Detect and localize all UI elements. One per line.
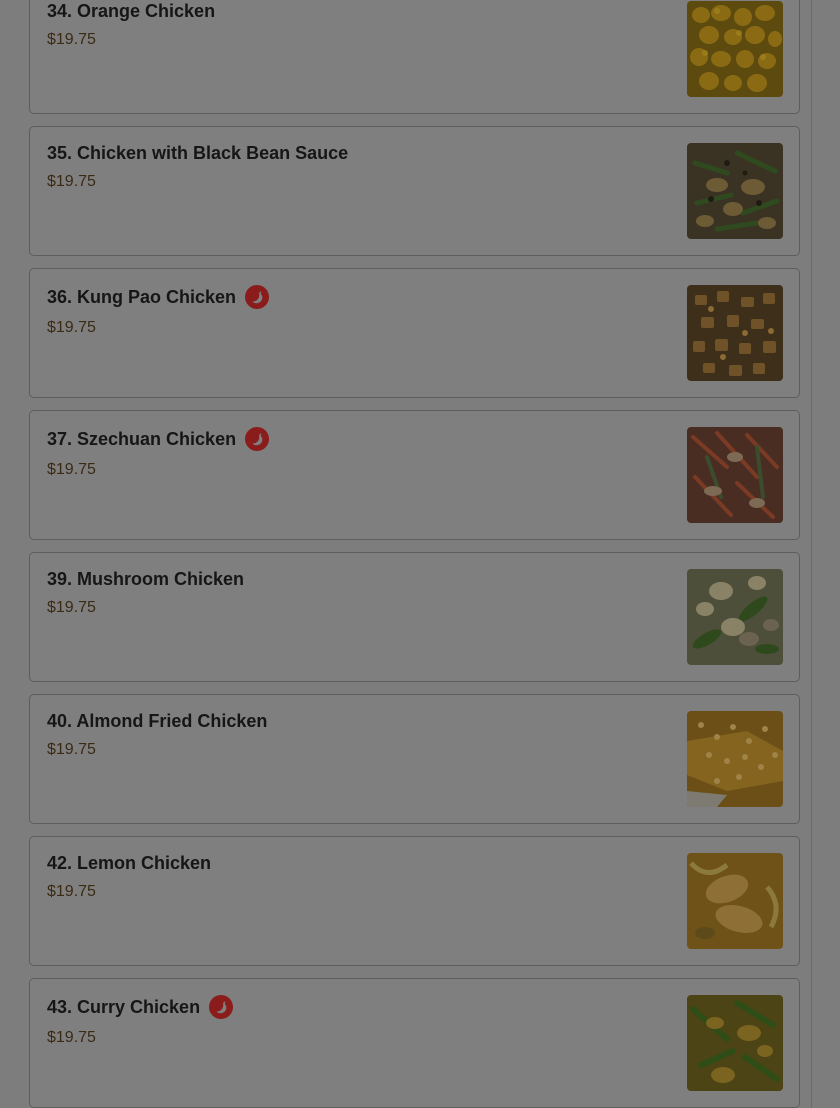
menu-item-name-text: 43. Curry Chicken [47, 996, 201, 1017]
menu-item-name: 34. Orange Chicken [47, 1, 215, 22]
menu-item-name-text: 34. Orange Chicken [47, 1, 216, 21]
menu-item-name-text: 36. Kung Pao Chicken [47, 286, 237, 307]
menu-item-list: 34. Orange Chicken $19.75 35. Chicken wi… [29, 0, 800, 1108]
menu-item-card-kung-pao-chicken[interactable]: 36. Kung Pao Chicken $19.75 [29, 268, 800, 398]
menu-item-price: $19.75 [47, 741, 96, 758]
menu-item-price: $19.75 [47, 883, 96, 900]
menu-item-name: 37. Szechuan Chicken [47, 427, 270, 451]
page-edge-divider [811, 0, 812, 1108]
menu-item-price: $19.75 [47, 31, 96, 48]
menu-item-name-text: 37. Szechuan Chicken [47, 428, 237, 449]
menu-item-name-text: 35. Chicken with Black Bean Sauce [47, 143, 349, 163]
menu-item-card-black-bean-chicken[interactable]: 35. Chicken with Black Bean Sauce $19.75 [29, 126, 800, 256]
menu-item-card-szechuan-chicken[interactable]: 37. Szechuan Chicken $19.75 [29, 410, 800, 540]
menu-item-price: $19.75 [47, 461, 96, 478]
menu-page: 34. Orange Chicken $19.75 35. Chicken wi… [0, 0, 840, 1108]
kung-pao-chicken-photo [687, 285, 783, 381]
menu-item-card-mushroom-chicken[interactable]: 39. Mushroom Chicken $19.75 [29, 552, 800, 682]
menu-item-price: $19.75 [47, 1029, 96, 1046]
curry-chicken-photo [687, 995, 783, 1091]
chili-pepper-icon [209, 995, 234, 1019]
mushroom-chicken-photo [687, 569, 783, 665]
menu-item-price: $19.75 [47, 319, 96, 336]
menu-item-card-lemon-chicken[interactable]: 42. Lemon Chicken $19.75 [29, 836, 800, 966]
menu-item-card-curry-chicken[interactable]: 43. Curry Chicken $19.75 [29, 978, 800, 1108]
szechuan-chicken-photo [687, 427, 783, 523]
black-bean-chicken-photo [687, 143, 783, 239]
menu-item-price: $19.75 [47, 599, 96, 616]
menu-item-name: 42. Lemon Chicken [47, 853, 211, 874]
menu-item-name-text: 42. Lemon Chicken [47, 853, 212, 873]
orange-chicken-photo [687, 1, 783, 97]
menu-item-price: $19.75 [47, 173, 96, 190]
menu-item-card-orange-chicken[interactable]: 34. Orange Chicken $19.75 [29, 0, 800, 114]
chili-pepper-icon [245, 427, 270, 451]
menu-item-card-almond-fried-chicken[interactable]: 40. Almond Fried Chicken $19.75 [29, 694, 800, 824]
chili-pepper-icon [245, 285, 270, 309]
menu-item-name: 39. Mushroom Chicken [47, 569, 244, 590]
lemon-chicken-photo [687, 853, 783, 949]
menu-item-name: 43. Curry Chicken [47, 995, 234, 1019]
menu-item-name: 36. Kung Pao Chicken [47, 285, 270, 309]
menu-item-name: 40. Almond Fried Chicken [47, 711, 267, 732]
menu-item-name: 35. Chicken with Black Bean Sauce [47, 143, 348, 164]
menu-item-name-text: 39. Mushroom Chicken [47, 569, 245, 589]
menu-item-name-text: 40. Almond Fried Chicken [47, 711, 268, 731]
almond-fried-chicken-photo [687, 711, 783, 807]
